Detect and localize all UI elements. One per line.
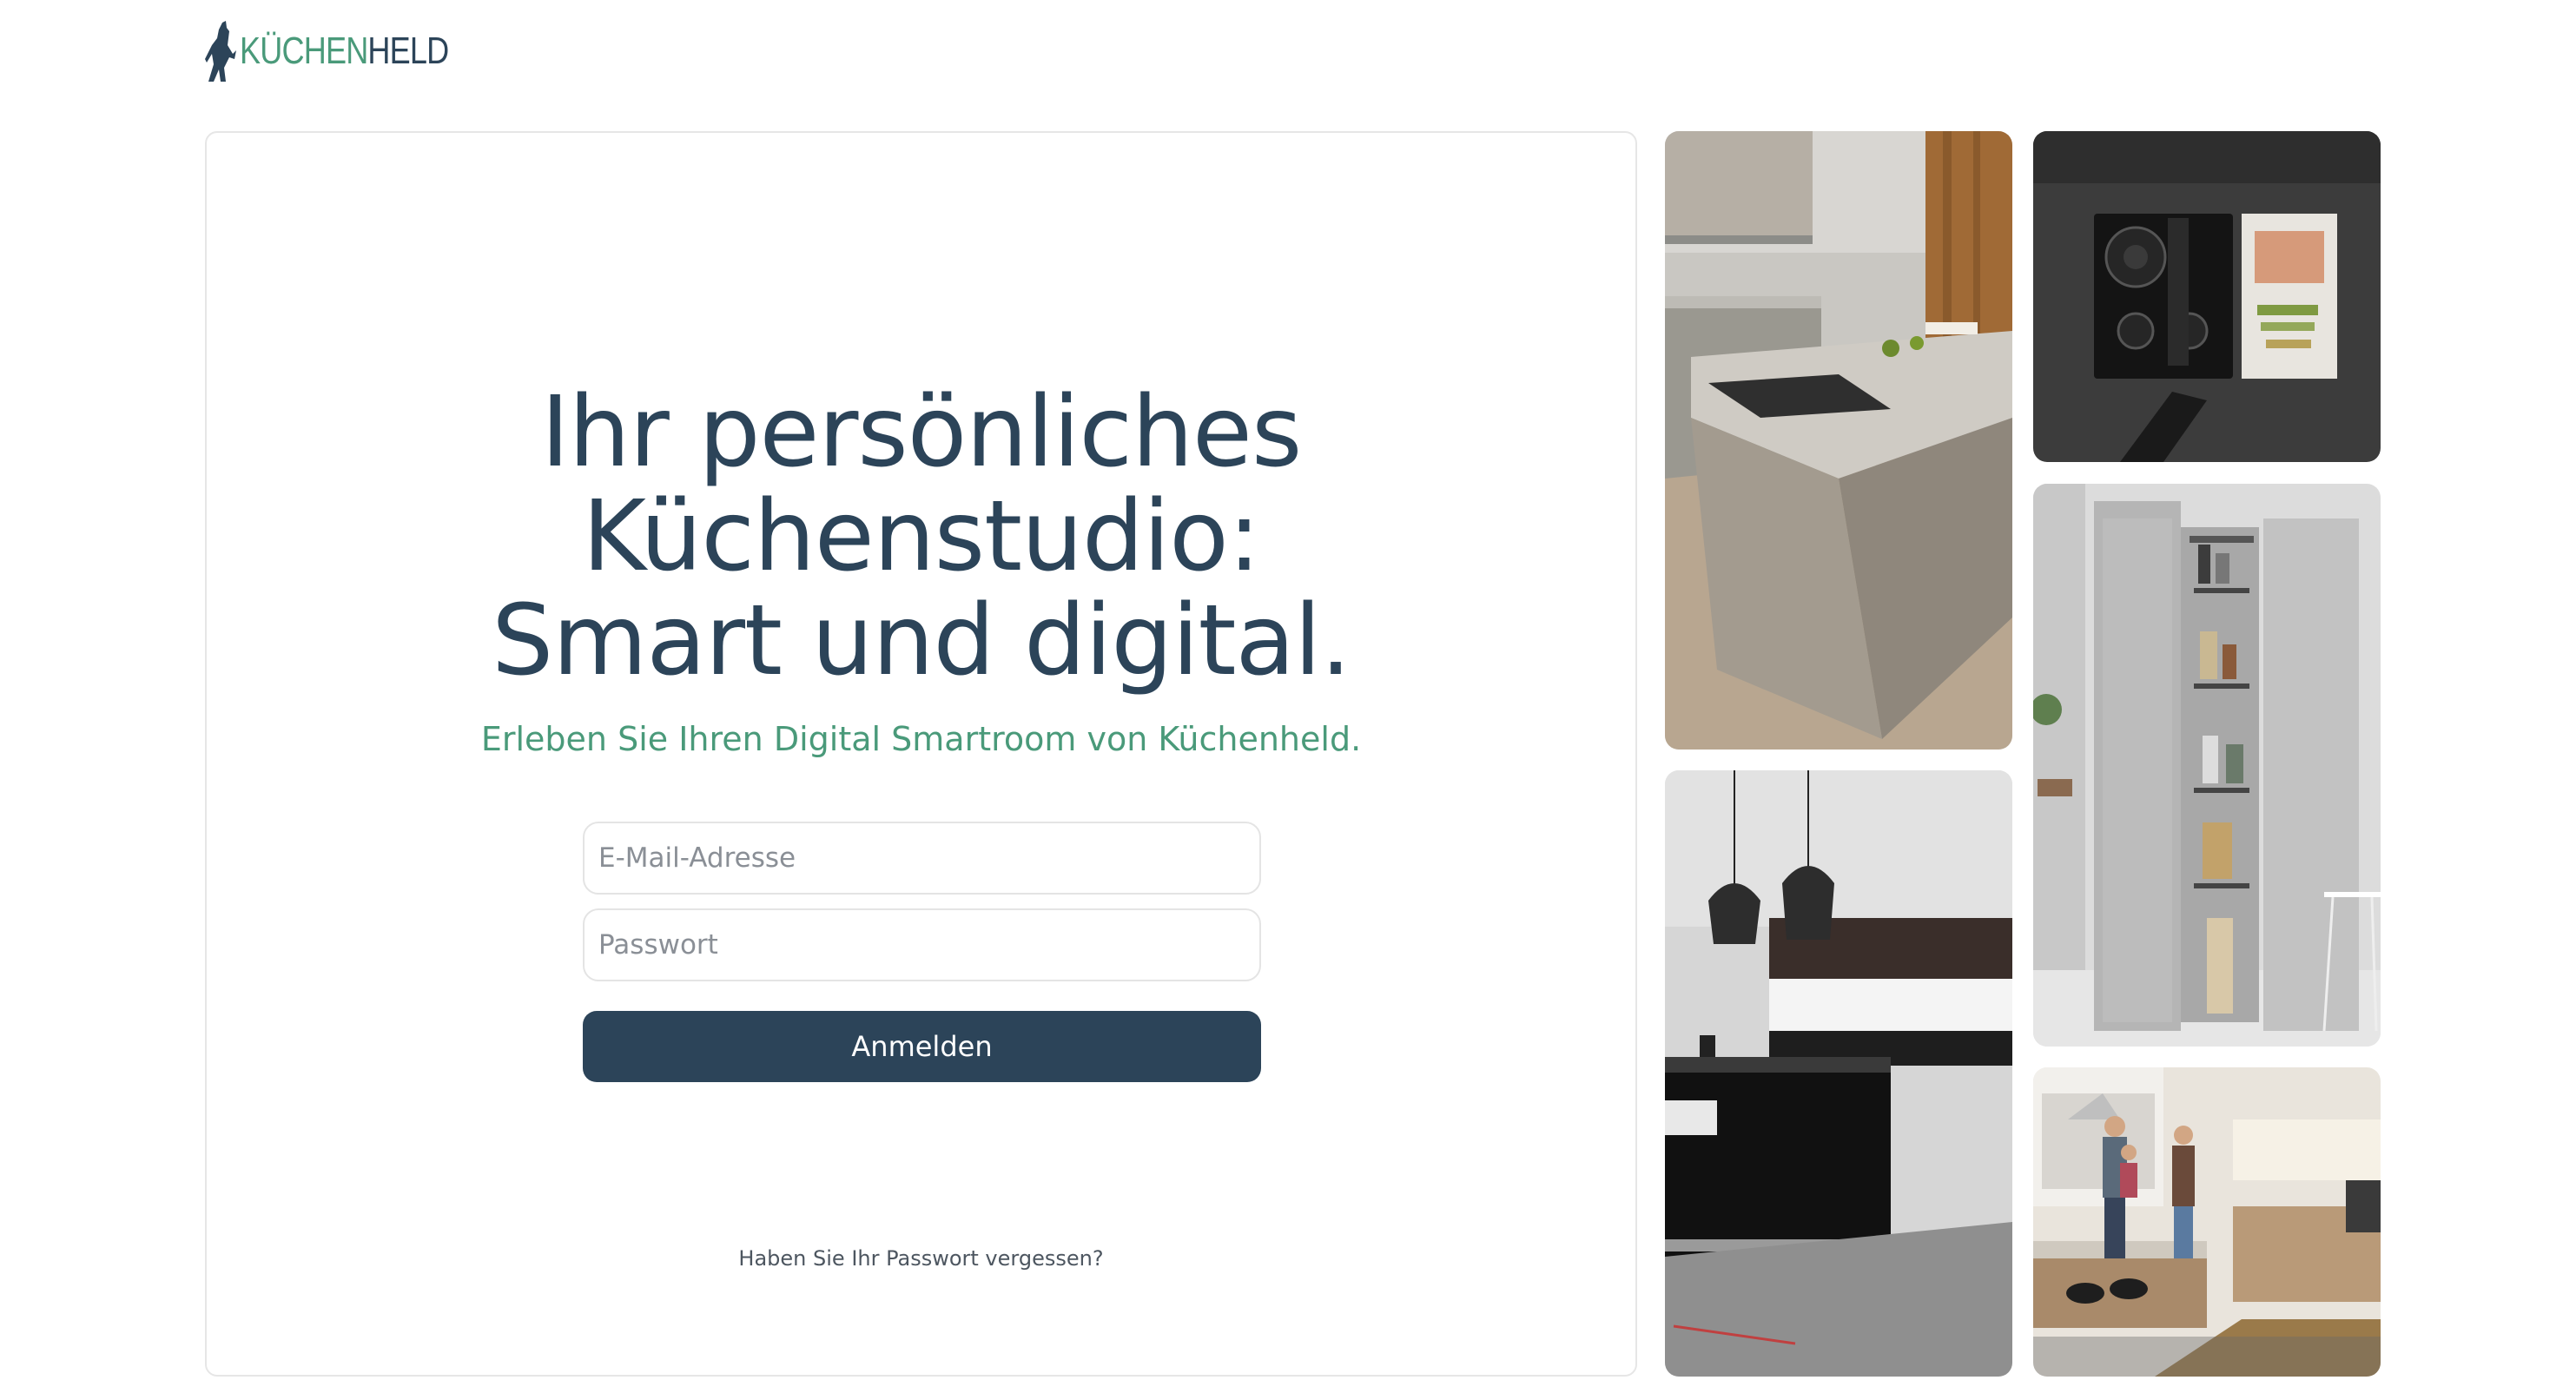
logo-part-kuechen: KÜCHEN: [240, 30, 368, 72]
page-headline: Ihr persönliches Küchenstudio: Smart und…: [207, 380, 1635, 693]
forgot-password-container: Haben Sie Ihr Passwort vergessen?: [207, 1246, 1635, 1271]
logo-part-held: HELD: [367, 30, 449, 72]
gallery-image-family-kitchen: [2033, 1067, 2381, 1377]
password-field[interactable]: [583, 908, 1261, 981]
headline-line-3: Smart und digital.: [492, 584, 1351, 697]
gallery-image-black-kitchen: [1665, 770, 2012, 1377]
email-field[interactable]: [583, 822, 1261, 895]
page-subline: Erleben Sie Ihren Digital Smartroom von …: [480, 720, 1362, 758]
login-button[interactable]: Anmelden: [583, 1011, 1261, 1082]
login-card: Ihr persönliches Küchenstudio: Smart und…: [205, 131, 1637, 1377]
logo-wordmark: KÜCHENHELD: [240, 30, 449, 73]
brand-logo[interactable]: KÜCHENHELD: [203, 19, 494, 83]
headline-line-2: Küchenstudio:: [582, 480, 1260, 593]
headline-line-1: Ihr persönliches: [540, 376, 1303, 489]
hero-silhouette-icon: [203, 19, 238, 83]
gallery-image-cooktop: [2033, 131, 2381, 462]
gallery-image-pantry-cabinet: [2033, 484, 2381, 1047]
gallery-image-kitchen-island: [1665, 131, 2012, 750]
forgot-password-link[interactable]: Haben Sie Ihr Passwort vergessen?: [738, 1246, 1103, 1271]
